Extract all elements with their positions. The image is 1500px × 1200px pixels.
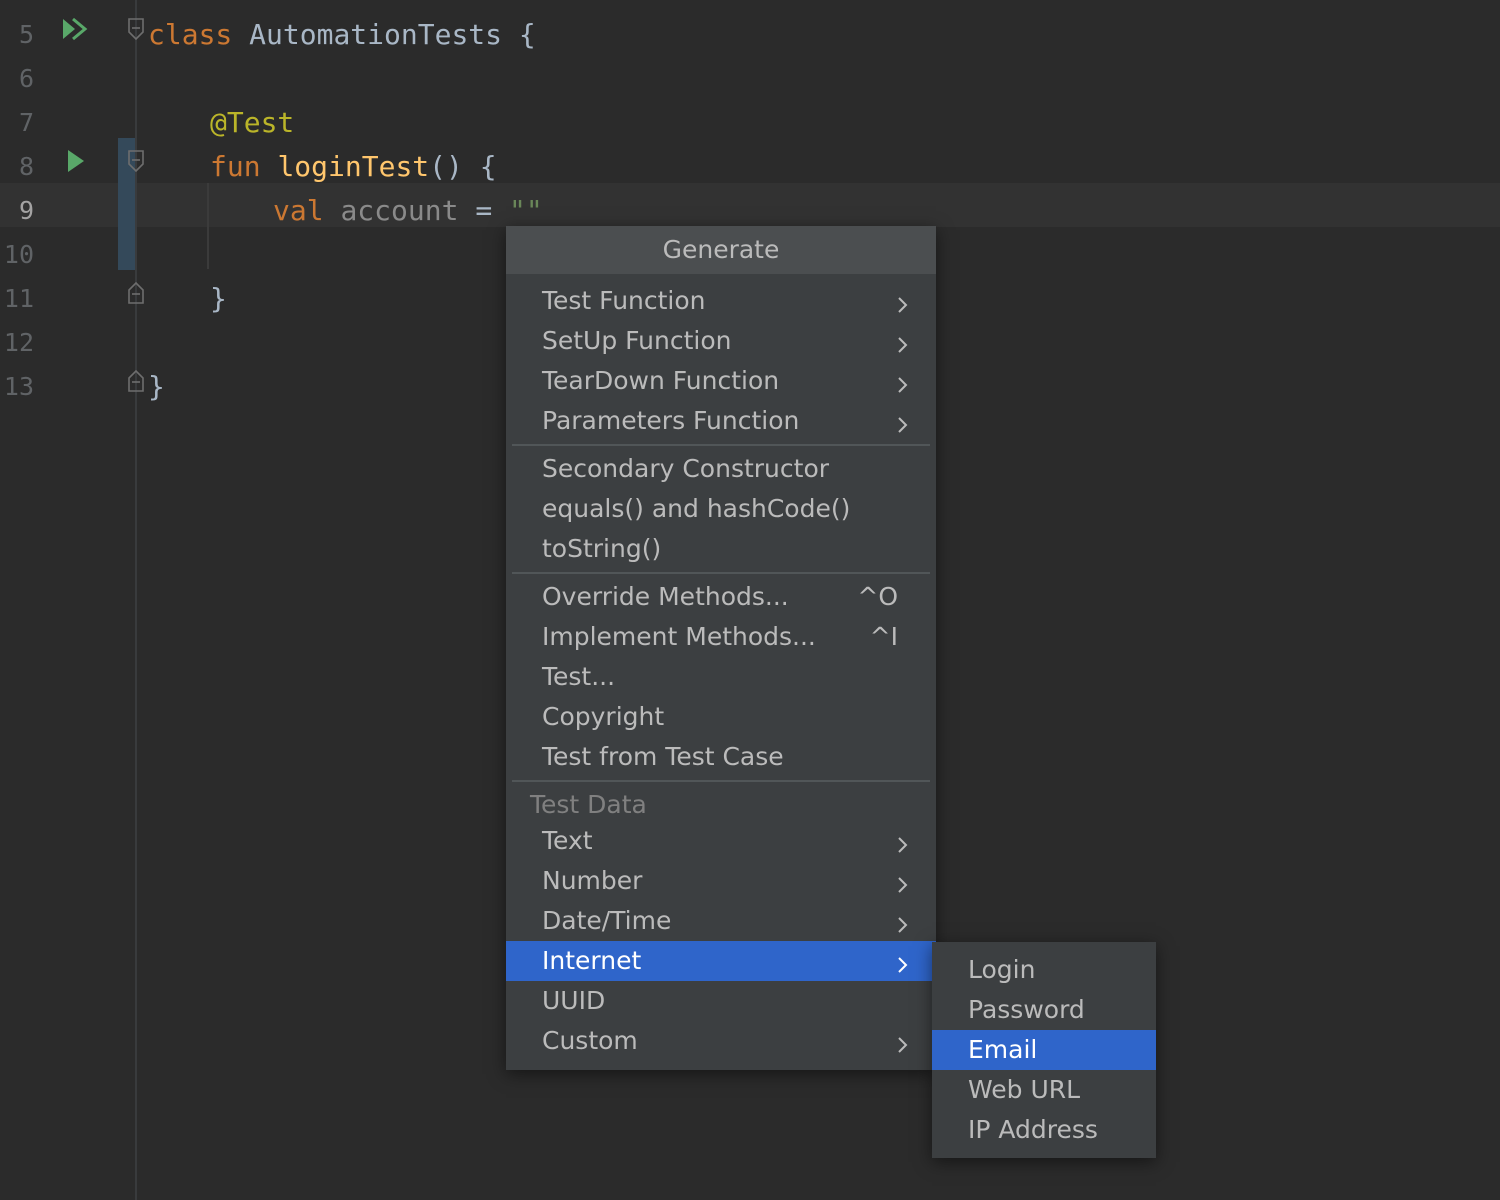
chevron-right-icon: [890, 869, 914, 893]
menu-item-secondary-constructor[interactable]: Secondary Constructor: [506, 449, 936, 489]
code-line[interactable]: 6: [0, 50, 1500, 94]
menu-item-custom[interactable]: Custom: [506, 1021, 936, 1061]
code-line[interactable]: 7 @Test: [0, 94, 1500, 139]
popup-title: Generate: [506, 226, 936, 274]
menu-item-setup-function[interactable]: SetUp Function: [506, 321, 936, 361]
line-number: 13: [3, 372, 34, 401]
chevron-right-icon: [890, 829, 914, 853]
internet-submenu[interactable]: Login Password Email Web URL IP Address: [932, 942, 1156, 1158]
fold-open-icon[interactable]: [126, 149, 146, 173]
shortcut-label: ^O: [857, 582, 898, 611]
menu-item-uuid[interactable]: UUID: [506, 981, 936, 1021]
menu-item-equals-hashcode[interactable]: equals() and hashCode(): [506, 489, 936, 529]
chevron-right-icon: [890, 369, 914, 393]
menu-item-number[interactable]: Number: [506, 861, 936, 901]
submenu-item-web-url[interactable]: Web URL: [932, 1070, 1156, 1110]
code-line-current[interactable]: 9 val account = "": [0, 182, 1500, 227]
separator: [512, 780, 930, 782]
submenu-item-login[interactable]: Login: [932, 950, 1156, 990]
menu-item-tostring[interactable]: toString(): [506, 529, 936, 569]
fold-open-icon[interactable]: [126, 17, 146, 41]
submenu-item-email[interactable]: Email: [932, 1030, 1156, 1070]
menu-item-teardown-function[interactable]: TearDown Function: [506, 361, 936, 401]
close-brace: }: [148, 370, 165, 403]
generate-popup[interactable]: Generate Test Function SetUp Function Te…: [506, 226, 936, 1070]
separator: [512, 572, 930, 574]
menu-item-test[interactable]: Test...: [506, 657, 936, 697]
chevron-right-icon: [890, 949, 914, 973]
submenu-item-ip-address[interactable]: IP Address: [932, 1110, 1156, 1150]
menu-item-text[interactable]: Text: [506, 821, 936, 861]
menu-item-implement-methods[interactable]: Implement Methods... ^I: [506, 617, 936, 657]
fold-end-icon[interactable]: [126, 281, 146, 305]
menu-item-override-methods[interactable]: Override Methods... ^O: [506, 577, 936, 617]
code-line[interactable]: 8 fun loginTest() {: [0, 138, 1500, 183]
shortcut-label: ^I: [869, 622, 898, 651]
menu-item-date-time[interactable]: Date/Time: [506, 901, 936, 941]
group-label-test-data: Test Data: [530, 790, 647, 819]
run-test-icon[interactable]: [64, 148, 94, 174]
chevron-right-icon: [890, 909, 914, 933]
chevron-right-icon: [890, 329, 914, 353]
menu-item-parameters-function[interactable]: Parameters Function: [506, 401, 936, 441]
submenu-item-password[interactable]: Password: [932, 990, 1156, 1030]
fold-end-icon[interactable]: [126, 369, 146, 393]
menu-item-internet[interactable]: Internet: [506, 941, 936, 981]
code-line[interactable]: 5 class AutomationTests {: [0, 6, 1500, 51]
chevron-right-icon: [890, 1029, 914, 1053]
run-all-icon[interactable]: [60, 16, 90, 42]
chevron-right-icon: [890, 409, 914, 433]
separator: [512, 444, 930, 446]
chevron-right-icon: [890, 289, 914, 313]
menu-item-test-from-test-case[interactable]: Test from Test Case: [506, 737, 936, 777]
menu-item-test-function[interactable]: Test Function: [506, 281, 936, 321]
menu-item-copyright[interactable]: Copyright: [506, 697, 936, 737]
